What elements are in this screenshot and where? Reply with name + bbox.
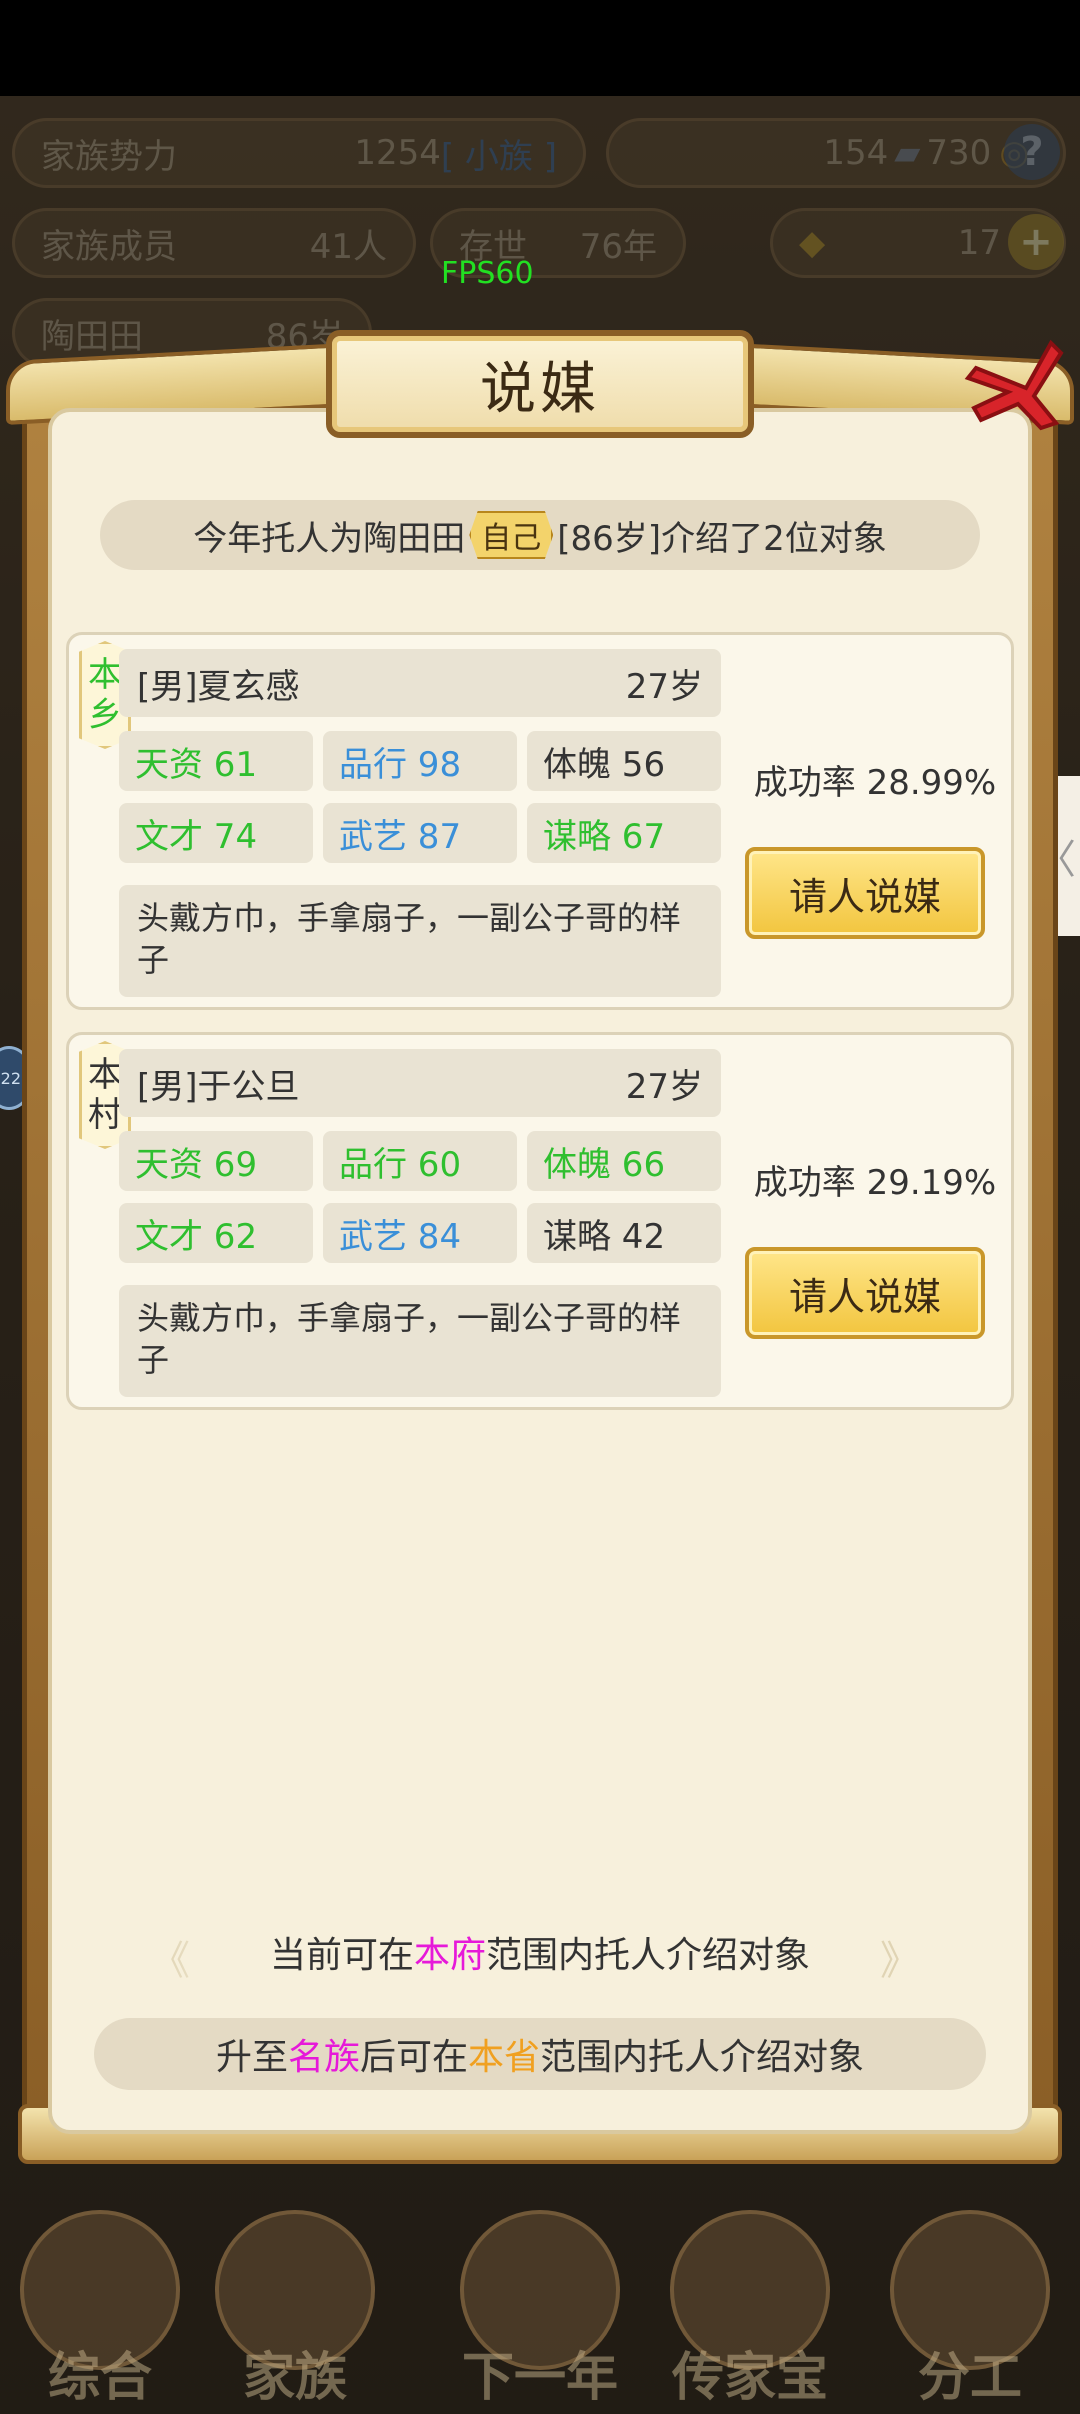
request-matchmaker-button[interactable]: 请人说媒 bbox=[745, 1247, 985, 1339]
candidate-age: 27岁 bbox=[625, 1066, 703, 1107]
scope-highlight: 本府 bbox=[413, 1935, 486, 1976]
intro-suffix: [86岁]介绍了2位对象 bbox=[557, 518, 887, 559]
intro-prefix: 今年托人为陶田田 bbox=[193, 518, 466, 559]
badge-text: 22 bbox=[0, 1068, 21, 1088]
current-scope-line: 当前可在 本府 范围内托人介绍对象 bbox=[160, 1916, 920, 1988]
stat-martial: 武艺 87 bbox=[323, 803, 517, 863]
upgrade-region: 本省 bbox=[468, 2037, 541, 2078]
candidate-name: [男]于公旦 bbox=[137, 1066, 300, 1107]
intro-summary: 今年托人为陶田田 自己 [86岁]介绍了2位对象 bbox=[100, 500, 980, 570]
close-icon bbox=[964, 339, 1064, 431]
success-rate: 成功率 28.99% bbox=[753, 763, 997, 803]
nav-label: 家族 bbox=[242, 2348, 347, 2408]
stat-talent: 天资 61 bbox=[119, 731, 313, 791]
origin-line: 村 bbox=[88, 1095, 122, 1135]
stat-physique: 体魄 56 bbox=[527, 731, 721, 791]
upgrade-hint: 升至 名族 后可在 本省 范围内托人介绍对象 bbox=[94, 2018, 986, 2090]
nav-label: 综合 bbox=[47, 2348, 152, 2408]
stat-strategy: 谋略 67 bbox=[527, 803, 721, 863]
upgrade-prefix: 升至 bbox=[215, 2037, 288, 2078]
self-tag: 自己 bbox=[469, 511, 554, 559]
nav-item-division[interactable]: 分工 bbox=[870, 2180, 1070, 2414]
candidate-card: 本 乡 [男]夏玄感 27岁 天资 61 品行 98 体魄 56 文才 74 武… bbox=[66, 632, 1014, 1010]
close-button[interactable] bbox=[956, 328, 1066, 438]
scope-suffix: 范围内托人介绍对象 bbox=[486, 1935, 811, 1976]
candidate-age: 27岁 bbox=[625, 666, 703, 707]
dialog-title: 说媒 bbox=[480, 356, 600, 422]
stat-strategy: 谋略 42 bbox=[527, 1203, 721, 1263]
candidate-name-row: [男]于公旦 27岁 bbox=[119, 1049, 721, 1117]
request-matchmaker-button[interactable]: 请人说媒 bbox=[745, 847, 985, 939]
upgrade-rank: 名族 bbox=[287, 2037, 360, 2078]
fps-counter: FPS60 bbox=[441, 256, 534, 291]
chevron-right-icon: 》 bbox=[880, 1938, 920, 1984]
candidate-description: 头戴方巾，手拿扇子，一副公子哥的样子 bbox=[119, 885, 721, 997]
bottom-nav: 综合 家族 下一年 传家宝 分工 bbox=[0, 2180, 1080, 2414]
stat-literary: 文才 62 bbox=[119, 1203, 313, 1263]
nav-label: 传家宝 bbox=[671, 2348, 828, 2408]
stat-talent: 天资 69 bbox=[119, 1131, 313, 1191]
candidate-name: [男]夏玄感 bbox=[137, 666, 300, 707]
upgrade-suffix: 范围内托人介绍对象 bbox=[540, 2037, 865, 2078]
origin-line: 本 bbox=[88, 1055, 122, 1095]
status-bar bbox=[0, 0, 1080, 96]
scope-prefix: 当前可在 bbox=[269, 1935, 414, 1976]
dialog-title-plate: 说媒 bbox=[326, 330, 754, 438]
nav-label: 分工 bbox=[917, 2348, 1022, 2408]
stat-literary: 文才 74 bbox=[119, 803, 313, 863]
origin-line: 乡 bbox=[88, 695, 122, 735]
stat-martial: 武艺 84 bbox=[323, 1203, 517, 1263]
nav-item-general[interactable]: 综合 bbox=[0, 2180, 200, 2414]
stat-conduct: 品行 60 bbox=[323, 1131, 517, 1191]
candidate-description: 头戴方巾，手拿扇子，一副公子哥的样子 bbox=[119, 1285, 721, 1397]
candidate-card: 本 村 [男]于公旦 27岁 天资 69 品行 60 体魄 66 文才 62 武… bbox=[66, 1032, 1014, 1410]
success-rate: 成功率 29.19% bbox=[753, 1163, 997, 1203]
nav-item-family[interactable]: 家族 bbox=[195, 2180, 395, 2414]
nav-label: 下一年 bbox=[461, 2348, 618, 2408]
origin-line: 本 bbox=[88, 655, 122, 695]
nav-item-heirloom[interactable]: 传家宝 bbox=[650, 2180, 850, 2414]
stat-physique: 体魄 66 bbox=[527, 1131, 721, 1191]
candidate-name-row: [男]夏玄感 27岁 bbox=[119, 649, 721, 717]
nav-item-next-year[interactable]: 下一年 bbox=[440, 2180, 640, 2414]
upgrade-mid: 后可在 bbox=[359, 2037, 468, 2078]
stat-conduct: 品行 98 bbox=[323, 731, 517, 791]
